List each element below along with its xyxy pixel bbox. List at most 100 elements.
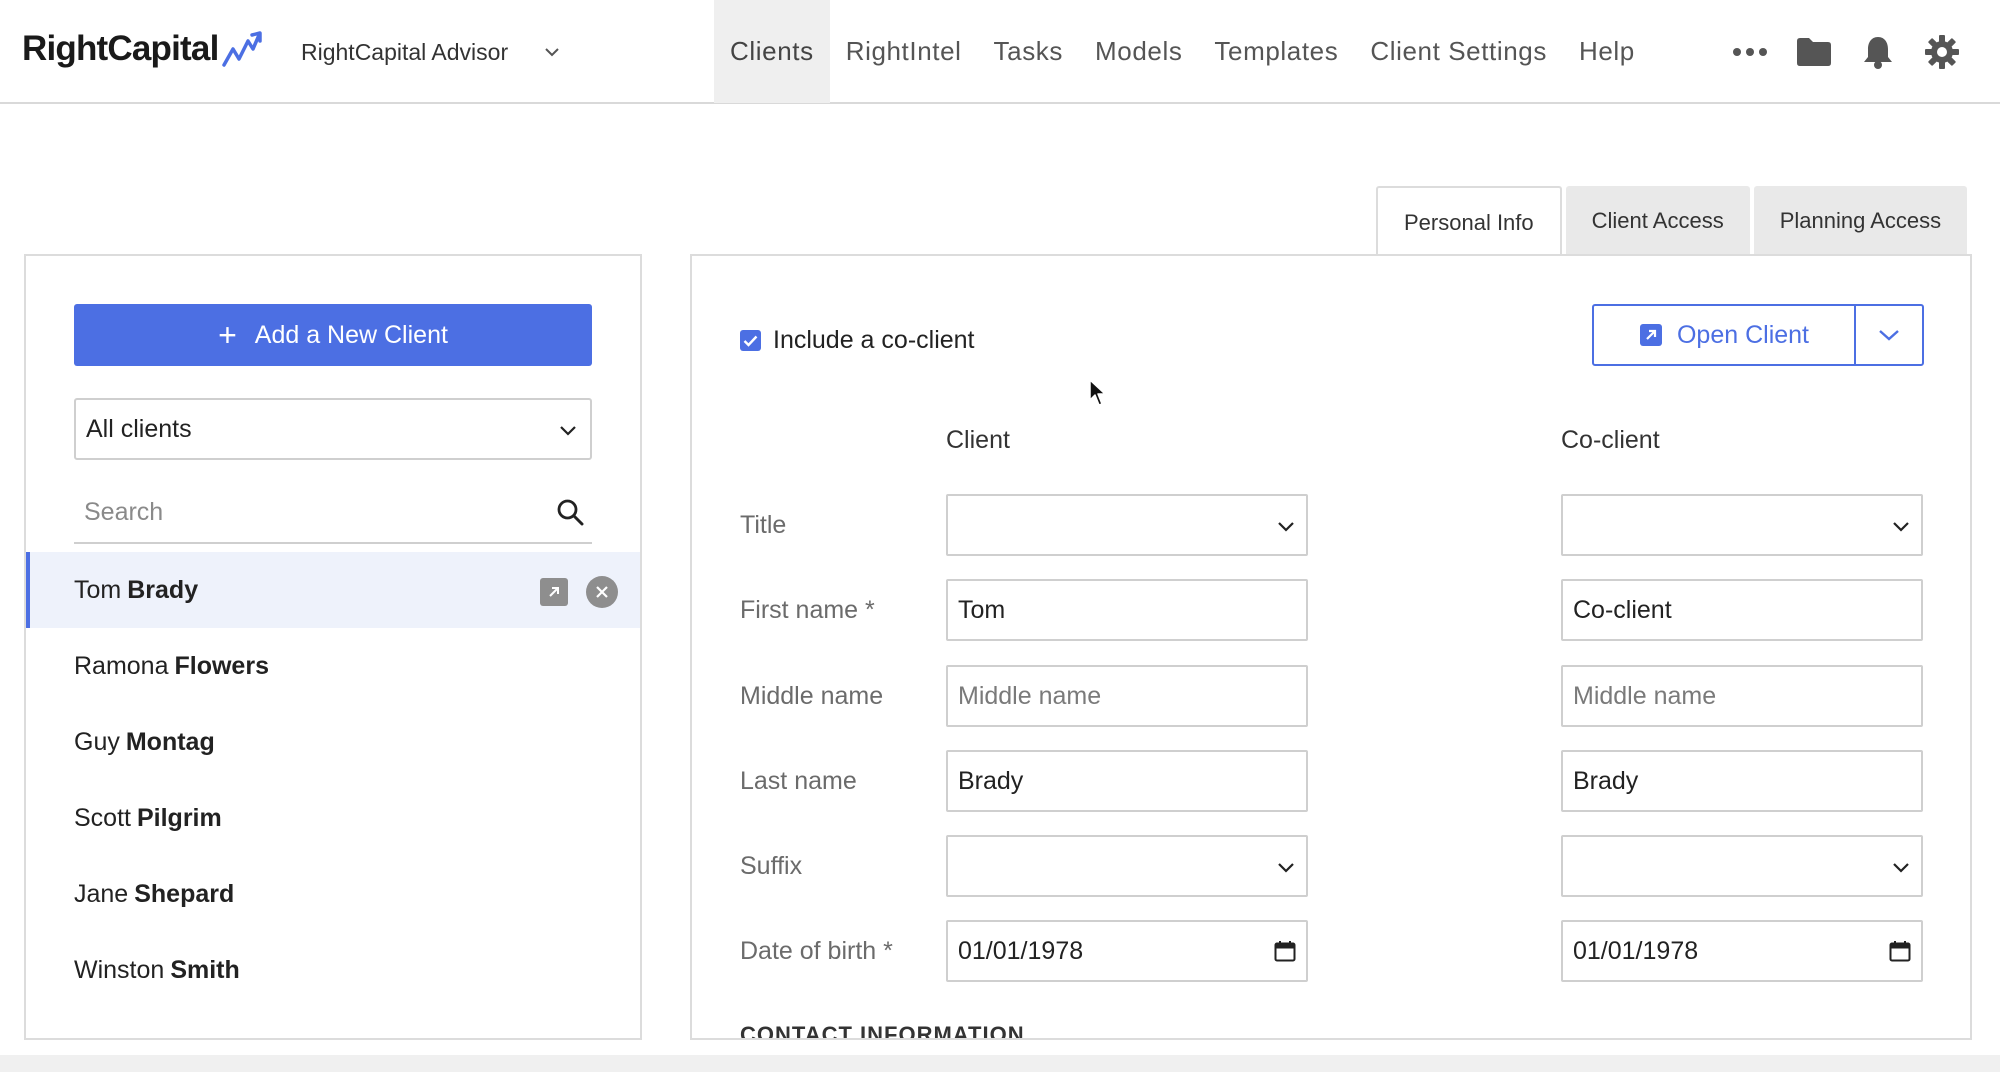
client-list: Tom Brady Ramona Flowers Guy Montag Scot…	[26, 552, 640, 1008]
nav-help[interactable]: Help	[1563, 0, 1651, 103]
client-search	[74, 482, 592, 544]
coclient-dob-field[interactable]: 01/01/1978	[1561, 920, 1923, 982]
checkbox-checked-icon	[740, 330, 761, 351]
client-last-name-field	[946, 750, 1308, 812]
client-first-name: Jane	[74, 879, 129, 908]
client-first-name: Tom	[74, 575, 122, 604]
client-title-select[interactable]	[946, 494, 1308, 556]
open-client-split-button: Open Client	[1592, 304, 1924, 366]
client-last-name: Smith	[170, 955, 240, 984]
coclient-first-name-field	[1561, 579, 1923, 641]
plus-icon: +	[218, 317, 237, 353]
open-client-button[interactable]: Open Client	[1594, 306, 1856, 364]
client-detail-tabs: Personal Info Client Access Planning Acc…	[1376, 186, 1968, 258]
client-row-winston-smith[interactable]: Winston Smith	[26, 932, 640, 1008]
more-icon[interactable]	[1718, 0, 1782, 103]
logo-arrow-icon	[221, 31, 262, 67]
personal-info-panel: Include a co-client Open Client Client C…	[690, 254, 1972, 1040]
bottom-scroll-strip	[0, 1055, 2000, 1072]
middle-name-label: Middle name	[740, 682, 884, 710]
search-icon[interactable]	[556, 498, 584, 531]
first-name-label: First name *	[740, 596, 875, 624]
client-suffix-select[interactable]	[946, 835, 1308, 897]
coclient-title-select[interactable]	[1561, 494, 1923, 556]
nav-templates[interactable]: Templates	[1198, 0, 1354, 103]
nav-icon-group	[1718, 0, 1974, 103]
rightcapital-logo[interactable]: RightCapital	[22, 24, 263, 74]
include-coclient-label: Include a co-client	[773, 326, 975, 354]
client-last-name-input[interactable]	[958, 766, 1296, 796]
client-row-jane-shepard[interactable]: Jane Shepard	[26, 856, 640, 932]
client-row-scott-pilgrim[interactable]: Scott Pilgrim	[26, 780, 640, 856]
client-last-name: Montag	[125, 727, 215, 756]
chevron-down-icon	[1891, 514, 1911, 543]
client-first-name: Guy	[74, 727, 120, 756]
client-last-name: Flowers	[174, 651, 269, 680]
mouse-cursor-icon	[1089, 379, 1106, 406]
client-filter-select[interactable]: All clients	[74, 398, 592, 460]
client-last-name: Shepard	[134, 879, 235, 908]
chevron-down-icon	[558, 418, 578, 447]
client-first-name: Scott	[74, 803, 131, 832]
coclient-dob-value: 01/01/1978	[1573, 936, 1699, 965]
client-row-ramona-flowers[interactable]: Ramona Flowers	[26, 628, 640, 704]
add-new-client-label: Add a New Client	[254, 320, 448, 349]
column-heading-coclient: Co-client	[1561, 426, 1660, 454]
calendar-icon[interactable]	[1274, 940, 1296, 969]
chevron-down-icon	[1891, 855, 1911, 884]
coclient-middle-name-field	[1561, 665, 1923, 727]
client-middle-name-input[interactable]	[958, 681, 1296, 711]
suffix-label: Suffix	[740, 852, 803, 880]
nav-rightintel[interactable]: RightIntel	[830, 0, 978, 103]
coclient-last-name-input[interactable]	[1573, 766, 1911, 796]
include-coclient-checkbox[interactable]: Include a co-client	[740, 326, 975, 355]
client-dob-value: 01/01/1978	[958, 936, 1084, 965]
remove-client-icon[interactable]	[586, 576, 618, 608]
tab-client-access[interactable]: Client Access	[1565, 186, 1750, 256]
client-first-name: Winston	[74, 955, 165, 984]
coclient-last-name-field	[1561, 750, 1923, 812]
tab-personal-info[interactable]: Personal Info	[1376, 186, 1562, 258]
logo-text: RightCapital	[22, 29, 219, 68]
tab-planning-access[interactable]: Planning Access	[1753, 186, 1968, 256]
open-external-icon[interactable]	[540, 578, 568, 606]
client-middle-name-field	[946, 665, 1308, 727]
open-external-icon	[1639, 323, 1663, 347]
chevron-down-icon	[544, 47, 560, 57]
client-first-name-input[interactable]	[958, 595, 1296, 625]
client-last-name: Brady	[127, 575, 199, 604]
account-name: RightCapital Advisor	[301, 38, 509, 65]
nav-models[interactable]: Models	[1079, 0, 1198, 103]
bell-icon[interactable]	[1846, 0, 1910, 103]
client-list-panel: + Add a New Client All clients Tom Brady	[24, 254, 642, 1040]
account-switcher[interactable]: RightCapital Advisor	[301, 30, 560, 74]
nav-client-settings[interactable]: Client Settings	[1354, 0, 1563, 103]
chevron-down-icon	[1276, 514, 1296, 543]
gear-icon[interactable]	[1910, 0, 1974, 103]
add-new-client-button[interactable]: + Add a New Client	[74, 304, 592, 366]
coclient-first-name-input[interactable]	[1573, 595, 1911, 625]
client-first-name: Ramona	[74, 651, 169, 680]
client-row-tom-brady[interactable]: Tom Brady	[26, 552, 640, 628]
client-dob-field[interactable]: 01/01/1978	[946, 920, 1308, 982]
open-client-label: Open Client	[1676, 320, 1810, 349]
top-navigation-bar: RightCapital RightCapital Advisor Client…	[0, 0, 2000, 104]
folder-icon[interactable]	[1782, 0, 1846, 103]
client-row-guy-montag[interactable]: Guy Montag	[26, 704, 640, 780]
contact-information-heading: CONTACT INFORMATION	[740, 1022, 1025, 1040]
coclient-middle-name-input[interactable]	[1573, 681, 1911, 711]
nav-clients[interactable]: Clients	[714, 0, 830, 103]
search-input[interactable]	[74, 497, 514, 527]
date-of-birth-label: Date of birth *	[740, 937, 893, 965]
nav-tasks[interactable]: Tasks	[978, 0, 1079, 103]
last-name-label: Last name	[740, 767, 857, 795]
coclient-suffix-select[interactable]	[1561, 835, 1923, 897]
chevron-down-icon	[1879, 330, 1899, 341]
client-first-name-field	[946, 579, 1308, 641]
column-heading-client: Client	[946, 426, 1010, 454]
client-last-name: Pilgrim	[136, 803, 222, 832]
open-client-dropdown-button[interactable]	[1856, 306, 1922, 364]
main-nav: Clients RightIntel Tasks Models Template…	[714, 0, 1651, 103]
client-filter-value: All clients	[86, 414, 192, 443]
calendar-icon[interactable]	[1889, 940, 1911, 969]
